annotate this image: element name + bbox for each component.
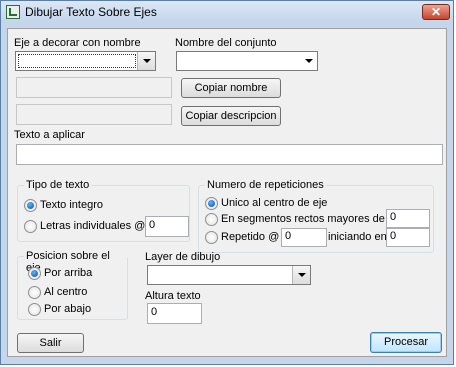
radio-label: Al centro bbox=[44, 286, 88, 298]
chevron-down-icon[interactable] bbox=[137, 52, 155, 70]
radio-button[interactable] bbox=[205, 213, 218, 226]
radio-button[interactable] bbox=[24, 220, 37, 233]
procesar-button[interactable]: Procesar bbox=[370, 332, 442, 353]
copiar-descripcion-button[interactable]: Copiar descripcion bbox=[181, 106, 281, 126]
tipo-texto-group: Tipo de texto Texto integro Letras indiv… bbox=[17, 179, 190, 242]
close-button[interactable]: ✕ bbox=[422, 4, 450, 20]
dialog-window: Dibujar Texto Sobre Ejes ✕ Eje a decorar… bbox=[0, 0, 454, 365]
radio-button-checked[interactable] bbox=[205, 197, 218, 210]
texto-label: Texto a aplicar bbox=[14, 129, 85, 141]
segmentos-value-input[interactable]: 0 bbox=[386, 209, 430, 228]
eje-label: Eje a decorar con nombre bbox=[14, 37, 141, 49]
repeticiones-group: Numero de repeticiones Unico al centro d… bbox=[198, 179, 434, 253]
posicion-group: Posicion sobre el eje Por arriba Al cent… bbox=[17, 250, 128, 320]
radio-label: En segmentos rectos mayores de bbox=[221, 213, 385, 225]
radio-label: Por arriba bbox=[44, 267, 93, 279]
conjunto-label: Nombre del conjunto bbox=[175, 37, 277, 49]
radio-button[interactable] bbox=[205, 231, 218, 244]
chevron-down-icon[interactable] bbox=[292, 266, 310, 284]
iniciando-value-input[interactable]: 0 bbox=[386, 228, 430, 247]
app-icon bbox=[6, 5, 20, 19]
eje-combo[interactable] bbox=[15, 51, 156, 71]
radio-label: Repetido @ bbox=[221, 231, 280, 243]
repeticiones-title: Numero de repeticiones bbox=[205, 179, 326, 191]
repetido-value-input[interactable]: 0 bbox=[281, 228, 327, 247]
eje-combo-value bbox=[18, 54, 136, 68]
nombre-readonly-field bbox=[16, 77, 172, 98]
copiar-nombre-button[interactable]: Copiar nombre bbox=[181, 78, 281, 98]
radio-button-checked[interactable] bbox=[24, 199, 37, 212]
close-icon: ✕ bbox=[430, 5, 442, 19]
radio-button[interactable] bbox=[28, 286, 41, 299]
radio-label: Unico al centro de eje bbox=[221, 197, 328, 209]
layer-label: Layer de dibujo bbox=[145, 251, 221, 263]
altura-input[interactable]: 0 bbox=[147, 303, 202, 324]
letras-value-input[interactable]: 0 bbox=[145, 216, 189, 237]
altura-label: Altura texto bbox=[145, 290, 201, 302]
radio-button-checked[interactable] bbox=[28, 267, 41, 280]
radio-button[interactable] bbox=[28, 303, 41, 316]
radio-label: Texto integro bbox=[40, 199, 103, 211]
tipo-texto-title: Tipo de texto bbox=[24, 179, 92, 191]
chevron-down-icon[interactable] bbox=[300, 52, 317, 70]
radio-label: Letras individuales @ bbox=[40, 220, 146, 232]
layer-combo[interactable] bbox=[147, 265, 311, 285]
conjunto-combo[interactable] bbox=[176, 51, 318, 71]
dialog-body: Eje a decorar con nombre Nombre del conj… bbox=[7, 28, 447, 357]
title-bar[interactable]: Dibujar Texto Sobre Ejes ✕ bbox=[1, 1, 453, 23]
descripcion-readonly-field bbox=[16, 104, 172, 125]
window-title: Dibujar Texto Sobre Ejes bbox=[25, 5, 157, 19]
salir-button[interactable]: Salir bbox=[17, 333, 84, 353]
radio-label: Por abajo bbox=[44, 303, 92, 315]
texto-input[interactable] bbox=[16, 144, 443, 165]
iniciando-label: iniciando en bbox=[328, 231, 387, 243]
